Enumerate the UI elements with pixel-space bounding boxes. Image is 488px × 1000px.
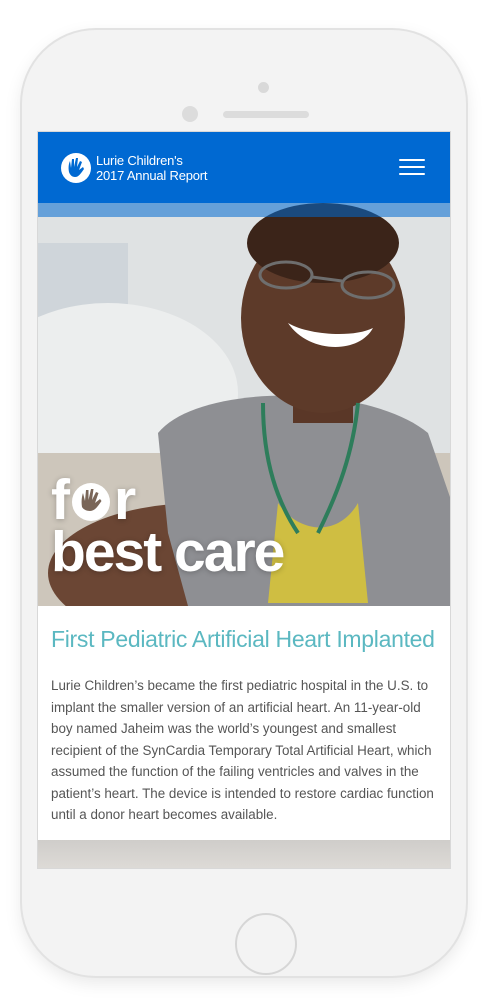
brand-name: Lurie Children's xyxy=(96,153,183,168)
brand-subtitle: 2017 Annual Report xyxy=(96,168,208,183)
site-header: Lurie Children's 2017 Annual Report xyxy=(38,132,450,203)
lurie-hand-logo-icon[interactable] xyxy=(60,152,92,184)
phone-screen: Lurie Children's 2017 Annual Report f r … xyxy=(37,131,451,869)
front-camera xyxy=(258,82,269,93)
home-button[interactable] xyxy=(235,913,297,975)
next-section-image xyxy=(38,840,450,868)
headline-line-2: best care xyxy=(51,520,285,584)
hero-image: f r best care xyxy=(38,203,450,606)
article-title: First Pediatric Artificial Heart Implant… xyxy=(51,626,435,652)
site-brand[interactable]: Lurie Children's 2017 Annual Report xyxy=(96,153,208,183)
article-body: Lurie Children’s became the first pediat… xyxy=(51,678,434,822)
hero-top-band xyxy=(38,203,450,217)
headline-letter-r: r xyxy=(113,468,136,532)
earpiece-speaker xyxy=(223,111,309,118)
hand-o-icon xyxy=(71,483,110,521)
hero-headline: f r best care xyxy=(51,468,285,584)
proximity-sensor xyxy=(182,106,198,122)
headline-letter-f: f xyxy=(51,468,70,532)
hamburger-menu-icon[interactable] xyxy=(399,159,425,177)
